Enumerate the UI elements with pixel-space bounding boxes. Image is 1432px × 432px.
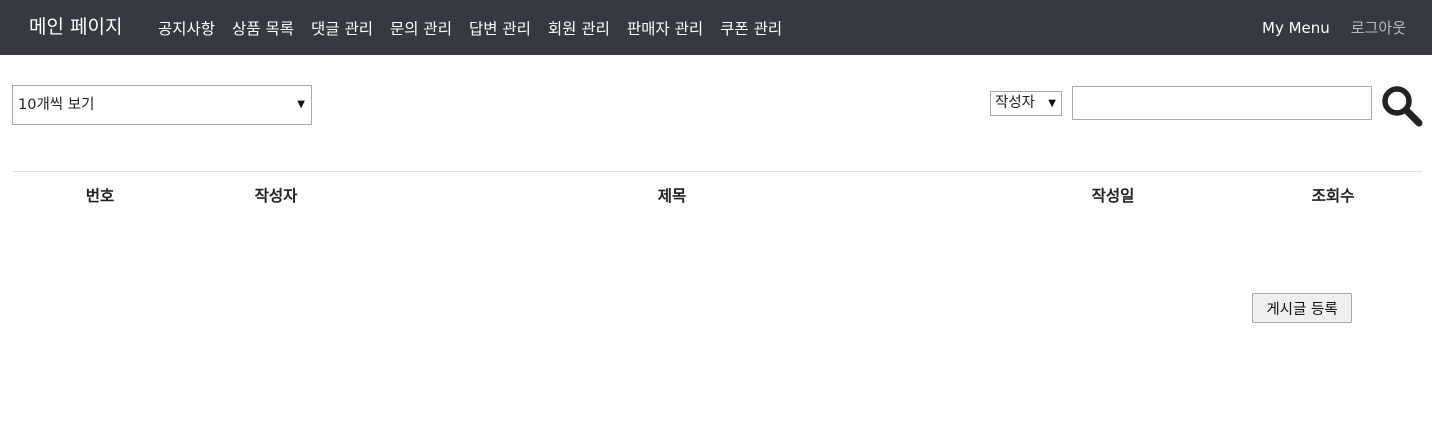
table-top-divider xyxy=(12,171,1422,172)
nav-right: My Menu 로그아웃 xyxy=(1262,0,1406,55)
search-icon xyxy=(1382,86,1423,127)
column-header-title: 제목 xyxy=(657,187,687,205)
nav-item-coupons[interactable]: 쿠폰 관리 xyxy=(720,17,782,39)
search-field-value: 작성자 xyxy=(995,95,1036,111)
top-navbar: 메인 페이지 공지사항 상품 목록 댓글 관리 문의 관리 답변 관리 회원 관… xyxy=(0,0,1432,55)
dropdown-arrow-icon: ▼ xyxy=(297,99,305,110)
brand-home-link[interactable]: 메인 페이지 xyxy=(29,14,122,40)
search-button[interactable] xyxy=(1380,84,1424,128)
nav-item-products[interactable]: 상품 목록 xyxy=(232,17,294,39)
column-header-number: 번호 xyxy=(85,187,115,205)
write-post-button[interactable]: 게시글 등록 xyxy=(1252,293,1352,323)
dropdown-arrow-icon: ▼ xyxy=(1048,98,1056,109)
page-size-select[interactable]: 10개씩 보기 ▼ xyxy=(12,85,312,125)
nav-item-inquiries[interactable]: 문의 관리 xyxy=(390,17,452,39)
logout-link[interactable]: 로그아웃 xyxy=(1351,17,1406,38)
column-header-author: 작성자 xyxy=(254,187,298,205)
column-header-views: 조회수 xyxy=(1311,187,1355,205)
nav-item-answers[interactable]: 답변 관리 xyxy=(469,17,531,39)
search-input[interactable] xyxy=(1072,86,1372,120)
nav-menu: 공지사항 상품 목록 댓글 관리 문의 관리 답변 관리 회원 관리 판매자 관… xyxy=(158,0,782,55)
my-menu-link[interactable]: My Menu xyxy=(1262,19,1330,37)
column-header-date: 작성일 xyxy=(1091,187,1135,205)
nav-item-notice[interactable]: 공지사항 xyxy=(158,17,215,39)
nav-item-sellers[interactable]: 판매자 관리 xyxy=(627,17,703,39)
page-size-value: 10개씩 보기 xyxy=(18,97,95,113)
nav-item-members[interactable]: 회원 관리 xyxy=(548,17,610,39)
search-field-select[interactable]: 작성자 ▼ xyxy=(990,91,1062,116)
nav-item-comments[interactable]: 댓글 관리 xyxy=(311,17,373,39)
